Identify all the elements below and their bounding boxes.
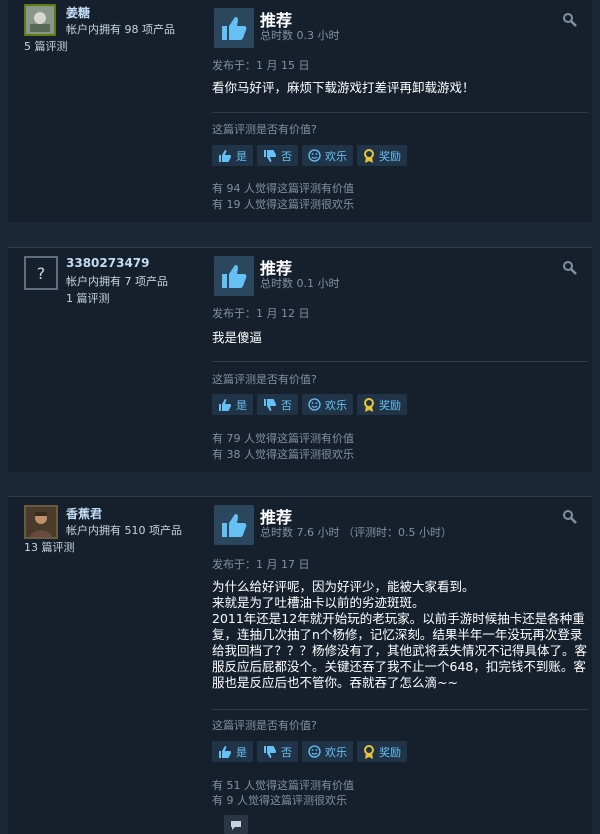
review-count[interactable]: 13 篇评测 [24, 539, 75, 555]
thumbs-up-icon [214, 8, 254, 48]
funny-count: 有 9 人觉得这篇评测很欢乐 [212, 794, 347, 807]
playtime: 总时数 7.6 小时 （评测时：0.5 小时） [260, 526, 452, 539]
review-body-line: 来就是为了吐槽油卡以前的劣迹斑斑。 [212, 595, 425, 610]
author-name[interactable]: 3380273479 [66, 256, 150, 270]
award-label: 奖励 [379, 398, 401, 412]
vote-yes-button[interactable]: 是 [212, 145, 253, 166]
award-icon [364, 148, 374, 163]
comment-button[interactable] [224, 815, 248, 834]
helpful-count: 有 79 人觉得这篇评测有价值 [212, 432, 354, 445]
vote-no-label: 否 [281, 398, 292, 412]
avatar[interactable] [24, 505, 58, 539]
helpful-question: 这篇评测是否有价值? [212, 373, 317, 386]
gear-icon[interactable] [562, 260, 578, 280]
funny-count: 有 38 人觉得这篇评测很欢乐 [212, 448, 354, 461]
smiley-icon [308, 745, 321, 758]
vote-funny-label: 欢乐 [325, 398, 347, 412]
smiley-icon [308, 398, 321, 411]
vote-funny-button[interactable]: 欢乐 [302, 741, 353, 762]
vote-buttons: 是 否 欢乐 奖励 [212, 145, 407, 166]
vote-funny-button[interactable]: 欢乐 [302, 394, 353, 415]
vote-no-button[interactable]: 否 [257, 741, 298, 762]
products-owned[interactable]: 帐户内拥有 7 项产品 [66, 273, 168, 289]
review-body-line: 2011年还是12年就开始玩的老玩家。以前手游时候抽卡还是各种重复，连抽几次抽了… [212, 611, 588, 690]
vote-buttons: 是 否 欢乐 奖励 [212, 741, 407, 762]
vote-no-button[interactable]: 否 [257, 145, 298, 166]
vote-yes-button[interactable]: 是 [212, 741, 253, 762]
thumbs-up-icon [219, 745, 231, 758]
divider [212, 709, 588, 710]
award-label: 奖励 [379, 745, 401, 759]
award-icon [364, 744, 374, 759]
funny-count: 有 19 人觉得这篇评测很欢乐 [212, 198, 354, 211]
divider [212, 361, 588, 362]
playtime: 总时数 0.3 小时 [260, 29, 340, 42]
posted-date: 发布于：1 月 15 日 [212, 59, 310, 72]
playtime: 总时数 0.1 小时 [260, 277, 340, 290]
comment-icon [231, 820, 241, 830]
vote-yes-label: 是 [236, 149, 247, 163]
products-owned[interactable]: 帐户内拥有 510 项产品 [66, 522, 182, 538]
vote-no-label: 否 [281, 149, 292, 163]
posted-date: 发布于：1 月 17 日 [212, 558, 310, 571]
vote-yes-label: 是 [236, 398, 247, 412]
avatar[interactable] [24, 4, 56, 36]
thumbs-up-icon [219, 398, 231, 411]
thumbs-up-icon [219, 149, 231, 162]
vote-buttons: 是 否 欢乐 奖励 [212, 394, 407, 415]
review-body: 看你马好评，麻烦下载游戏打差评再卸载游戏！ [212, 80, 475, 95]
review-card: 香蕉君 帐户内拥有 510 项产品 13 篇评测 推荐 总时数 7.6 小时 （… [8, 497, 592, 834]
thumbs-up-icon [214, 256, 254, 296]
review-card: 姜糖 帐户内拥有 98 项产品 5 篇评测 推荐 总时数 0.3 小时 发布于：… [8, 0, 592, 222]
award-icon [364, 397, 374, 412]
vote-yes-button[interactable]: 是 [212, 394, 253, 415]
helpful-question: 这篇评测是否有价值? [212, 123, 317, 136]
vote-no-label: 否 [281, 745, 292, 759]
award-label: 奖励 [379, 149, 401, 163]
review-body-line: 为什么给好评呢，因为好评少，能被大家看到。 [212, 579, 475, 594]
award-button[interactable]: 奖励 [357, 145, 407, 166]
posted-date: 发布于：1 月 12 日 [212, 307, 310, 320]
helpful-count: 有 94 人觉得这篇评测有价值 [212, 182, 354, 195]
author-name[interactable]: 香蕉君 [66, 505, 102, 522]
thumbs-down-icon [264, 149, 276, 162]
gear-icon[interactable] [562, 509, 578, 529]
avatar[interactable]: ? [24, 256, 58, 290]
vote-no-button[interactable]: 否 [257, 394, 298, 415]
helpful-question: 这篇评测是否有价值? [212, 719, 317, 732]
review-body: 为什么给好评呢，因为好评少，能被大家看到。 来就是为了吐槽油卡以前的劣迹斑斑。 … [212, 579, 588, 691]
helpful-count: 有 51 人觉得这篇评测有价值 [212, 779, 354, 792]
smiley-icon [308, 149, 321, 162]
award-button[interactable]: 奖励 [357, 394, 407, 415]
vote-funny-label: 欢乐 [325, 149, 347, 163]
review-card: ? 3380273479 帐户内拥有 7 项产品 1 篇评测 推荐 总时数 0.… [8, 248, 592, 472]
gear-icon[interactable] [562, 12, 578, 32]
vote-yes-label: 是 [236, 745, 247, 759]
vote-funny-button[interactable]: 欢乐 [302, 145, 353, 166]
products-owned[interactable]: 帐户内拥有 98 项产品 [66, 21, 175, 37]
divider [212, 112, 588, 113]
review-count[interactable]: 1 篇评测 [66, 290, 110, 306]
author-name[interactable]: 姜糖 [66, 4, 90, 21]
thumbs-down-icon [264, 398, 276, 411]
thumbs-down-icon [264, 745, 276, 758]
vote-funny-label: 欢乐 [325, 745, 347, 759]
review-body: 我是傻逼 [212, 330, 263, 345]
award-button[interactable]: 奖励 [357, 741, 407, 762]
review-count[interactable]: 5 篇评测 [24, 38, 68, 54]
thumbs-up-icon [214, 505, 254, 545]
